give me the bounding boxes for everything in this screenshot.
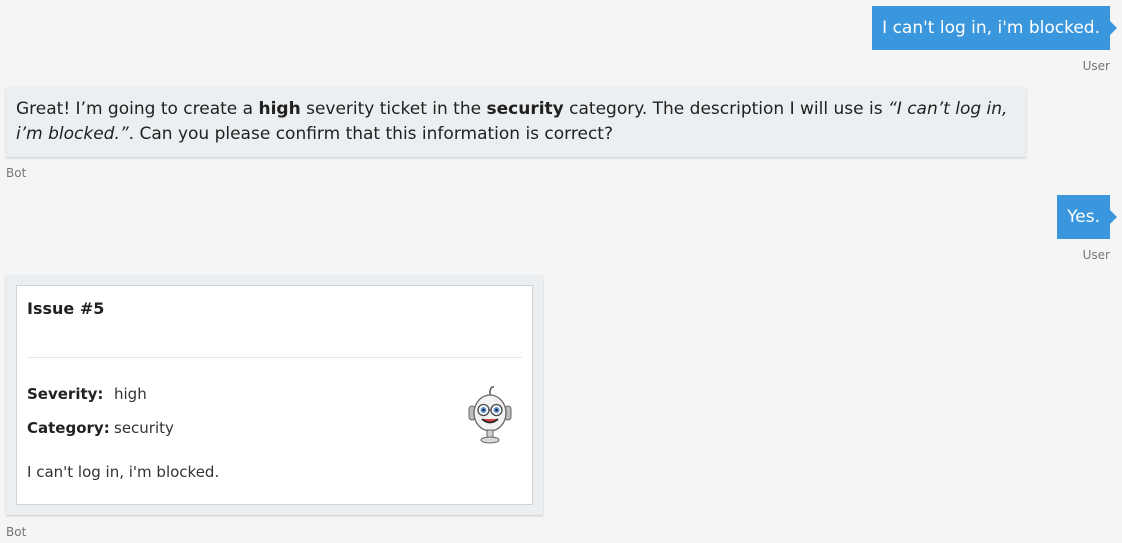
card-description: I can't log in, i'm blocked.: [27, 463, 220, 481]
severity-emphasis: high: [258, 99, 301, 119]
bot-avatar-icon: [464, 383, 516, 447]
fact-key-severity: Severity:: [27, 385, 104, 403]
issue-card: Issue #5 Severity: high Category: securi…: [16, 285, 533, 505]
fact-key-category: Category:: [27, 419, 110, 437]
fact-value-category: security: [114, 419, 174, 437]
category-emphasis: security: [486, 99, 564, 119]
bot-message-bubble: Great! I’m going to create a high severi…: [6, 87, 1026, 157]
bot-message-text: Great! I’m going to create a high severi…: [16, 99, 1008, 144]
user-message-bubble: Yes.: [1057, 195, 1117, 239]
card-divider: [27, 357, 522, 358]
message-sender-label: Bot: [6, 525, 27, 539]
user-message-text: Yes.: [1067, 207, 1100, 227]
fact-value-severity: high: [114, 385, 147, 403]
card-title: Issue #5: [27, 299, 105, 318]
user-message-bubble: I can't log in, i'm blocked.: [872, 6, 1117, 50]
message-sender-label: User: [1082, 59, 1110, 73]
message-sender-label: User: [1082, 248, 1110, 262]
user-message-text: I can't log in, i'm blocked.: [882, 18, 1100, 38]
message-sender-label: Bot: [6, 166, 27, 180]
bot-card-message: Issue #5 Severity: high Category: securi…: [6, 275, 543, 515]
